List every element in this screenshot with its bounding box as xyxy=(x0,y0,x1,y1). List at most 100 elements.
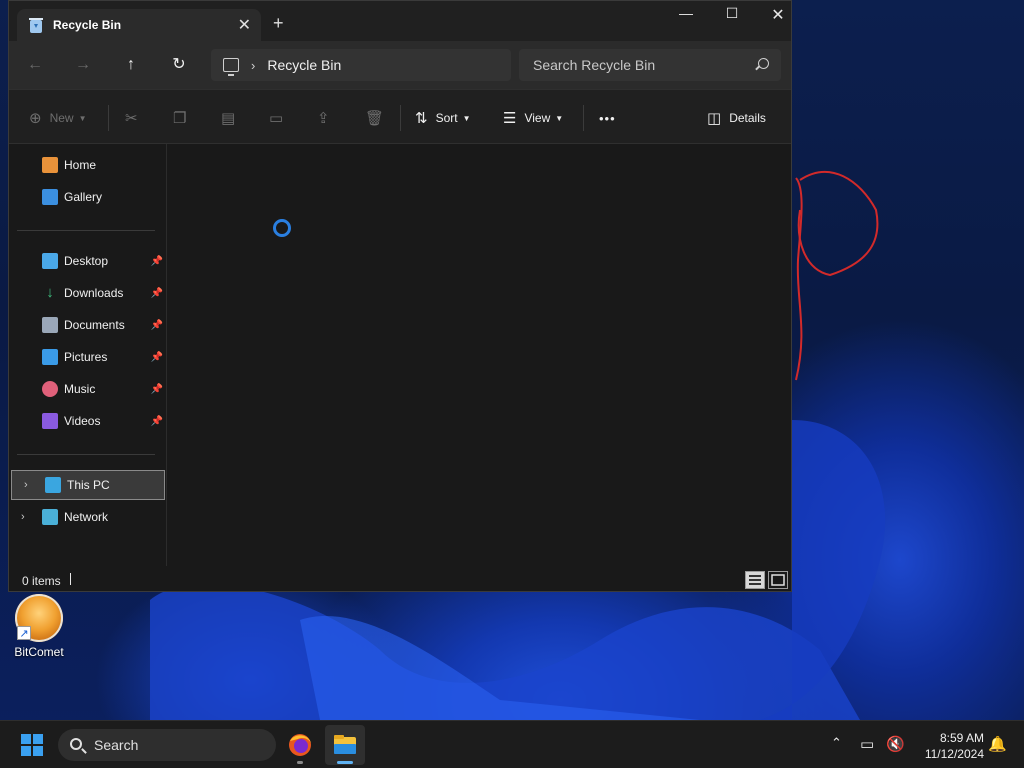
rename-button[interactable]: ▭ xyxy=(269,108,291,128)
clock[interactable]: 8:59 AM 11/12/2024 xyxy=(916,730,984,762)
sidebar-item-desktop[interactable]: Desktop 📌 xyxy=(9,246,165,276)
sidebar-item-network[interactable]: › Network xyxy=(9,502,165,532)
paste-button[interactable]: ▤ xyxy=(221,108,243,128)
downloads-folder-icon: ↓ xyxy=(46,284,54,301)
documents-folder-icon xyxy=(42,317,58,333)
desktop-folder-icon xyxy=(42,253,58,269)
sidebar-item-label: Gallery xyxy=(64,190,103,204)
pin-icon[interactable]: 📌 xyxy=(151,288,163,299)
loading-spinner-icon xyxy=(273,219,291,237)
sidebar-item-gallery[interactable]: Gallery xyxy=(9,182,165,212)
this-pc-icon xyxy=(45,477,61,493)
close-tab-icon[interactable]: ✕ xyxy=(238,15,251,35)
file-list-area[interactable] xyxy=(167,144,791,566)
chevron-up-icon[interactable]: ⌃ xyxy=(831,735,842,751)
windows-logo-tile xyxy=(33,734,43,744)
running-indicator xyxy=(297,761,303,764)
address-bar[interactable]: › Recycle Bin xyxy=(211,49,511,81)
start-button[interactable] xyxy=(21,734,43,756)
new-tab-button[interactable]: + xyxy=(273,13,284,34)
taskbar-app-file-explorer[interactable] xyxy=(325,725,365,765)
pin-icon[interactable]: 📌 xyxy=(151,256,163,267)
videos-folder-icon xyxy=(42,413,58,429)
divider xyxy=(400,105,401,131)
view-label: View xyxy=(524,111,551,125)
sidebar-item-home[interactable]: Home xyxy=(9,150,165,180)
recycle-bin-icon xyxy=(29,17,43,33)
sidebar-item-pictures[interactable]: Pictures 📌 xyxy=(9,342,165,372)
back-button[interactable]: ← xyxy=(23,53,47,77)
share-button[interactable]: ⇪ xyxy=(317,108,338,128)
close-window-button[interactable]: ✕ xyxy=(755,5,801,29)
volume-muted-icon[interactable]: 🔇 xyxy=(886,735,905,753)
sidebar-item-this-pc[interactable]: › This PC xyxy=(11,470,165,500)
file-explorer-icon xyxy=(334,735,356,754)
sort-icon: ⇅ xyxy=(415,110,428,127)
copy-icon: ❐ xyxy=(173,110,187,127)
clipboard-icon: ▤ xyxy=(221,110,236,127)
home-icon xyxy=(42,157,58,173)
clock-time: 8:59 AM xyxy=(939,731,984,745)
sidebar-item-downloads[interactable]: ↓ Downloads 📌 xyxy=(9,278,165,308)
sidebar-item-label: Documents xyxy=(64,318,125,332)
navigation-bar: ← → ↑ ↻ › Recycle Bin Search Recycle Bin xyxy=(9,41,791,89)
title-bar: Recycle Bin ✕ + — ☐ ✕ xyxy=(9,1,791,41)
sidebar-item-music[interactable]: Music 📌 xyxy=(9,374,165,404)
search-input[interactable]: Search Recycle Bin xyxy=(519,49,781,81)
pin-icon[interactable]: 📌 xyxy=(151,416,163,427)
view-button[interactable]: ☰ View ▼ xyxy=(503,108,563,128)
desktop-icon-bitcomet[interactable]: ↗ BitComet xyxy=(6,594,72,659)
chevron-down-icon: ▼ xyxy=(78,113,87,123)
more-options-button[interactable]: ••• xyxy=(599,108,616,128)
sidebar-item-videos[interactable]: Videos 📌 xyxy=(9,406,165,436)
notification-bell-icon[interactable]: 🔔 xyxy=(988,735,1007,753)
view-list-icon: ☰ xyxy=(503,110,517,127)
chevron-right-icon[interactable]: › xyxy=(251,58,255,73)
refresh-button[interactable]: ↻ xyxy=(167,53,191,77)
chevron-right-icon[interactable]: › xyxy=(21,511,25,523)
navigation-pane: Home Gallery Desktop 📌 ↓ Downloads 📌 Doc… xyxy=(9,144,167,566)
divider xyxy=(17,230,155,231)
minimize-button[interactable]: — xyxy=(663,5,709,29)
sidebar-item-label: Downloads xyxy=(64,286,124,300)
gallery-icon xyxy=(42,189,58,205)
sort-label: Sort xyxy=(435,111,458,125)
search-icon xyxy=(70,738,82,750)
sidebar-item-documents[interactable]: Documents 📌 xyxy=(9,310,165,340)
details-button[interactable]: ◫ Details xyxy=(707,108,766,128)
pin-icon[interactable]: 📌 xyxy=(151,320,163,331)
scissors-icon: ✂ xyxy=(125,110,138,127)
pin-icon[interactable]: 📌 xyxy=(151,352,163,363)
search-placeholder: Search Recycle Bin xyxy=(533,57,656,73)
status-bar: 0 items xyxy=(9,567,791,591)
chevron-right-icon[interactable]: › xyxy=(24,479,28,491)
cut-button[interactable]: ✂ xyxy=(125,108,146,128)
maximize-button[interactable]: ☐ xyxy=(709,5,755,29)
share-icon: ⇪ xyxy=(317,110,330,127)
network-status-icon[interactable]: ▭ xyxy=(860,735,874,753)
taskbar-search[interactable]: Search xyxy=(58,729,276,761)
sidebar-item-label: Network xyxy=(64,510,109,524)
tab-recycle-bin[interactable]: Recycle Bin ✕ xyxy=(17,9,261,41)
file-explorer-window: Recycle Bin ✕ + — ☐ ✕ ← → ↑ ↻ › Recycle … xyxy=(8,0,792,592)
copy-button[interactable]: ❐ xyxy=(173,108,194,128)
up-button[interactable]: ↑ xyxy=(119,53,143,77)
large-icons-view-button[interactable] xyxy=(768,571,788,589)
divider xyxy=(583,105,584,131)
address-path[interactable]: Recycle Bin xyxy=(267,57,341,73)
windows-logo-tile xyxy=(21,746,31,756)
pictures-folder-icon xyxy=(42,349,58,365)
sidebar-item-label: Pictures xyxy=(64,350,108,364)
pin-icon[interactable]: 📌 xyxy=(151,384,163,395)
bitcomet-icon: ↗ xyxy=(15,594,63,642)
sort-button[interactable]: ⇅ Sort ▼ xyxy=(415,108,471,128)
new-button[interactable]: ⊕ New ▼ xyxy=(29,108,87,128)
divider xyxy=(108,105,109,131)
trash-icon: 🗑 xyxy=(365,110,385,127)
taskbar-app-firefox[interactable] xyxy=(280,725,320,765)
forward-button[interactable]: → xyxy=(71,53,95,77)
details-view-button[interactable] xyxy=(745,571,765,589)
delete-button[interactable]: 🗑 xyxy=(365,108,392,128)
sidebar-item-label: Music xyxy=(64,382,96,396)
music-folder-icon xyxy=(42,381,58,397)
